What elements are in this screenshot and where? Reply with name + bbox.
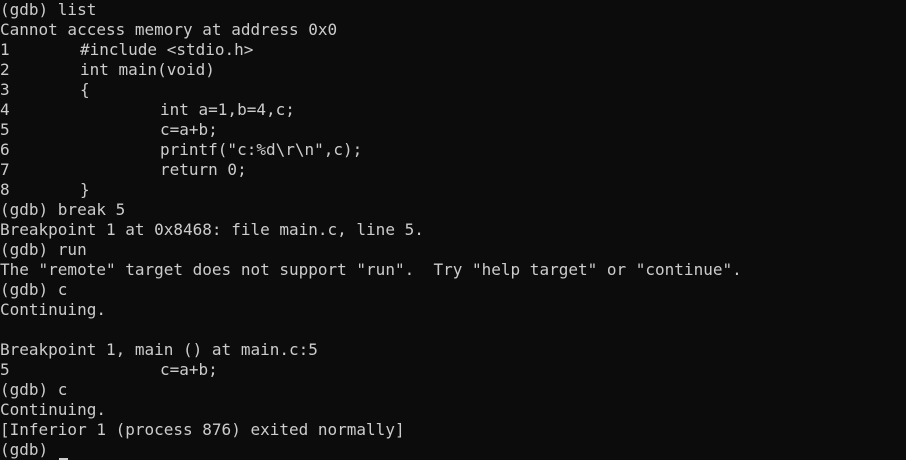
output-text: Breakpoint 1 at 0x8468: file main.c, lin… bbox=[0, 220, 424, 239]
output-line: Cannot access memory at address 0x0 bbox=[0, 20, 906, 40]
output-line: (gdb) c bbox=[0, 380, 906, 400]
output-text: Continuing. bbox=[0, 300, 106, 319]
source-line-number: 5 bbox=[0, 120, 10, 139]
output-text: The "remote" target does not support "ru… bbox=[0, 260, 742, 279]
source-line-number: 7 bbox=[0, 160, 10, 179]
source-line-number: 1 bbox=[0, 40, 10, 59]
output-text: Cannot access memory at address 0x0 bbox=[0, 20, 338, 39]
source-code: c=a+b; bbox=[160, 360, 218, 379]
source-line: 3{ bbox=[0, 80, 906, 100]
output-line: Breakpoint 1 at 0x8468: file main.c, lin… bbox=[0, 220, 906, 240]
output-line: (gdb) list bbox=[0, 0, 906, 20]
output-text: (gdb) c bbox=[0, 280, 68, 299]
source-line-number: 8 bbox=[0, 180, 10, 199]
output-line: (gdb) c bbox=[0, 280, 906, 300]
output-text: [Inferior 1 (process 876) exited normall… bbox=[0, 420, 405, 439]
output-text: (gdb) list bbox=[0, 0, 97, 19]
source-line-number: 5 bbox=[0, 360, 10, 379]
source-line: 4 int a=1,b=4,c; bbox=[0, 100, 906, 120]
source-line: 5 c=a+b; bbox=[0, 360, 906, 380]
source-code: #include <stdio.h> bbox=[80, 40, 254, 59]
output-line: Continuing. bbox=[0, 300, 906, 320]
source-line: 6 printf("c:%d\r\n",c); bbox=[0, 140, 906, 160]
output-line: The "remote" target does not support "ru… bbox=[0, 260, 906, 280]
source-line-number: 6 bbox=[0, 140, 10, 159]
source-code: int a=1,b=4,c; bbox=[160, 100, 295, 119]
terminal-window[interactable]: (gdb) list Cannot access memory at addres… bbox=[0, 0, 906, 460]
output-text: (gdb) run bbox=[0, 240, 87, 259]
source-line-number: 3 bbox=[0, 80, 10, 99]
source-code: int main(void) bbox=[80, 60, 215, 79]
source-line: 8} bbox=[0, 180, 906, 200]
output-text: (gdb) break 5 bbox=[0, 200, 126, 219]
output-text: Breakpoint 1, main () at main.c:5 bbox=[0, 340, 318, 359]
output-line: Breakpoint 1, main () at main.c:5 bbox=[0, 340, 906, 360]
source-code: c=a+b; bbox=[160, 120, 218, 139]
prompt-text: (gdb) bbox=[0, 440, 58, 459]
output-line: [Inferior 1 (process 876) exited normall… bbox=[0, 420, 906, 440]
output-text: (gdb) c bbox=[0, 380, 68, 399]
output-line: (gdb) break 5 bbox=[0, 200, 906, 220]
source-code: { bbox=[80, 80, 90, 99]
source-line-number: 2 bbox=[0, 60, 10, 79]
source-code: } bbox=[80, 180, 90, 199]
command-prompt[interactable]: (gdb) bbox=[0, 440, 906, 460]
source-line: 1 #include <stdio.h> bbox=[0, 40, 906, 60]
source-line: 5 c=a+b; bbox=[0, 120, 906, 140]
output-text: Continuing. bbox=[0, 400, 106, 419]
output-line: (gdb) run bbox=[0, 240, 906, 260]
source-line: 7 return 0; bbox=[0, 160, 906, 180]
output-line: Continuing. bbox=[0, 400, 906, 420]
source-line: 2 int main(void) bbox=[0, 60, 906, 80]
source-code: printf("c:%d\r\n",c); bbox=[160, 140, 363, 159]
source-line-number: 4 bbox=[0, 100, 10, 119]
source-code: return 0; bbox=[160, 160, 247, 179]
